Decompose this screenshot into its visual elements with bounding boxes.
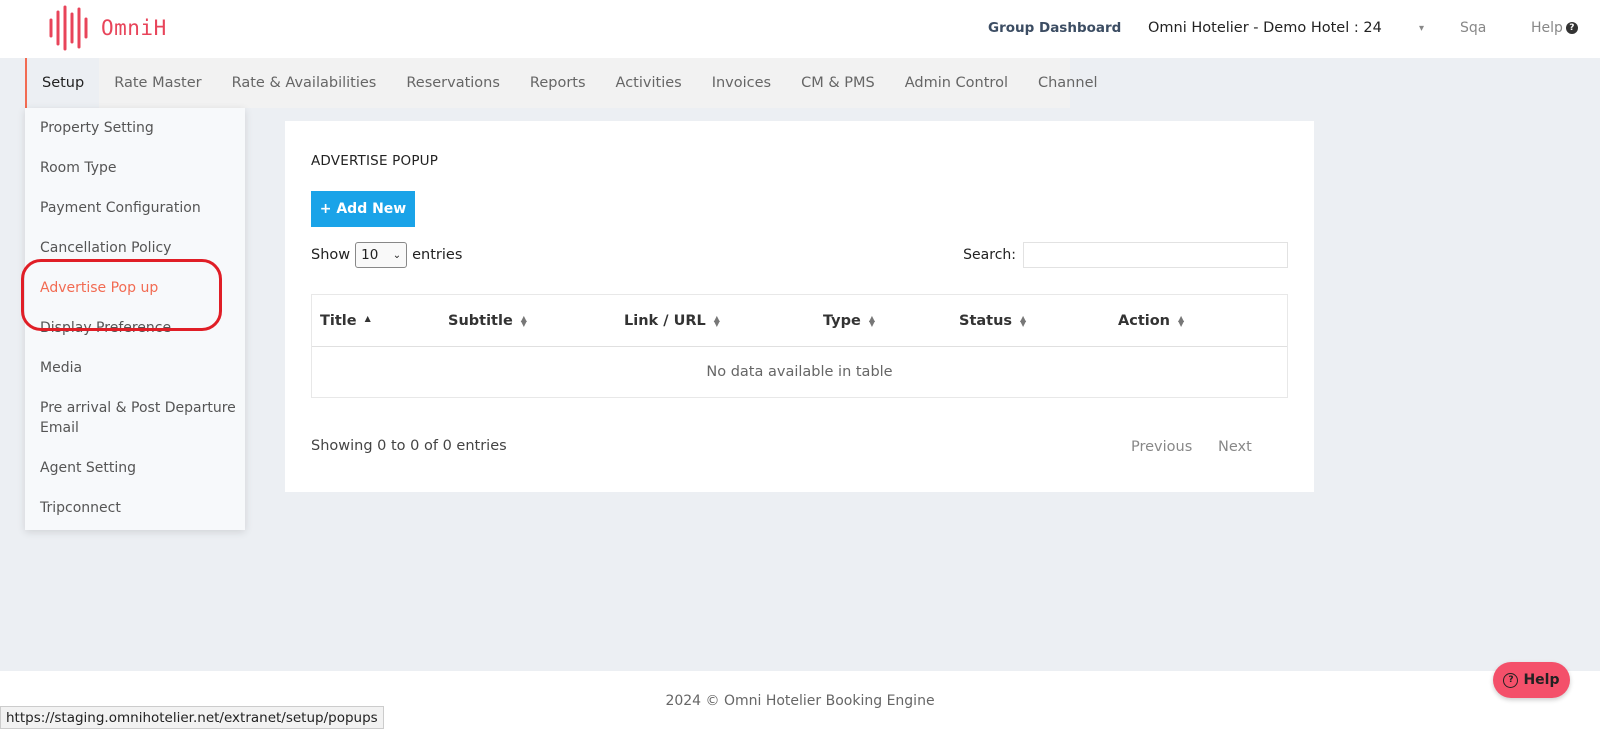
nav-setup[interactable]: Setup (27, 58, 100, 108)
column-subtitle[interactable]: Subtitle ▲ ▼ (448, 295, 527, 347)
nav-channel[interactable]: Channel (1023, 58, 1113, 108)
submenu-display-preference[interactable]: Display Preference (40, 318, 240, 338)
column-type[interactable]: Type ▲ ▼ (823, 295, 875, 347)
sort-icon: ▲ ▼ (868, 314, 875, 328)
submenu-tripconnect[interactable]: Tripconnect (40, 498, 240, 518)
submenu-property-setting[interactable]: Property Setting (40, 118, 240, 138)
entries-length-control: Show 10 ⌄ entries (311, 242, 462, 268)
column-status-label: Status (959, 313, 1013, 329)
column-link-url[interactable]: Link / URL ▲ ▼ (624, 295, 720, 347)
submenu-room-type[interactable]: Room Type (40, 158, 240, 178)
chevron-down-icon: ⌄ (392, 249, 402, 261)
column-status[interactable]: Status ▲ ▼ (959, 295, 1026, 347)
submenu-cancellation-policy[interactable]: Cancellation Policy (40, 238, 240, 258)
sort-icon: ▲ ▼ (520, 314, 527, 328)
empty-table-message: No data available in table (706, 364, 893, 380)
popups-table: Title ▲ Subtitle ▲ ▼ Link / URL ▲ ▼ Type ▲… (311, 294, 1288, 398)
logo-mark-icon (49, 5, 88, 51)
add-new-label: + Add New (319, 201, 407, 217)
search-label: Search: (963, 247, 1016, 263)
nav-reports[interactable]: Reports (515, 58, 601, 108)
advertise-popup-card: ADVERTISE POPUP + Add New Show 10 ⌄ entr… (285, 121, 1314, 492)
user-menu[interactable]: Sqa (1460, 0, 1486, 56)
column-type-label: Type (823, 313, 861, 329)
omnih-logo[interactable]: OmniH (48, 5, 167, 51)
submenu-pre-arrival-post-departure-email[interactable]: Pre arrival & Post Departure Email (40, 398, 240, 438)
question-circle-icon: ? (1565, 22, 1578, 34)
entries-label: entries (412, 247, 463, 263)
sort-icon: ▲ ▼ (1178, 314, 1185, 328)
chevron-down-icon[interactable]: ▾ (1419, 0, 1424, 56)
nav-activities[interactable]: Activities (601, 58, 697, 108)
entries-select[interactable]: 10 ⌄ (355, 242, 408, 268)
sort-icon: ▲ ▼ (713, 314, 720, 328)
nav-admin-control[interactable]: Admin Control (890, 58, 1023, 108)
column-action[interactable]: Action ▲ ▼ (1118, 295, 1184, 347)
help-link-label: Help (1531, 20, 1563, 36)
nav-rate-master[interactable]: Rate Master (99, 58, 216, 108)
submenu-media[interactable]: Media (40, 358, 240, 378)
nav-rate-availabilities[interactable]: Rate & Availabilities (217, 58, 392, 108)
hotel-selector[interactable]: Omni Hotelier - Demo Hotel : 24 (1148, 0, 1382, 56)
previous-page-button[interactable]: Previous (1131, 439, 1192, 455)
sort-asc-icon: ▲ (364, 314, 371, 323)
page-title: ADVERTISE POPUP (311, 153, 439, 169)
help-floating-button[interactable]: ? Help (1493, 662, 1570, 698)
column-subtitle-label: Subtitle (448, 313, 513, 329)
add-new-button[interactable]: + Add New (311, 191, 415, 227)
question-circle-icon: ? (1503, 672, 1519, 688)
browser-status-url: https://staging.omnihotelier.net/extrane… (0, 706, 384, 729)
help-floating-label: Help (1523, 672, 1560, 688)
nav-reservations[interactable]: Reservations (391, 58, 515, 108)
sort-icon: ▲ ▼ (1020, 314, 1027, 328)
column-link-url-label: Link / URL (624, 313, 706, 329)
column-title-label: Title (320, 313, 357, 329)
group-dashboard-link[interactable]: Group Dashboard (988, 0, 1121, 56)
nav-cm-pms[interactable]: CM & PMS (786, 58, 890, 108)
search-input[interactable] (1023, 242, 1288, 268)
logo-text: OmniH (101, 16, 167, 40)
top-bar: OmniH Group Dashboard Omni Hotelier - De… (0, 0, 1600, 58)
submenu-agent-setting[interactable]: Agent Setting (40, 458, 240, 478)
submenu-advertise-pop-up[interactable]: Advertise Pop up (40, 278, 240, 298)
table-search: Search: (963, 242, 1288, 268)
table-info: Showing 0 to 0 of 0 entries (311, 438, 507, 454)
submenu-payment-configuration[interactable]: Payment Configuration (40, 198, 240, 218)
table-header: Title ▲ Subtitle ▲ ▼ Link / URL ▲ ▼ Type ▲… (312, 295, 1287, 347)
column-title[interactable]: Title ▲ (320, 295, 371, 347)
column-action-label: Action (1118, 313, 1171, 329)
show-label: Show (311, 247, 351, 263)
nav-invoices[interactable]: Invoices (697, 58, 786, 108)
setup-submenu: Property Setting Room Type Payment Confi… (25, 108, 245, 530)
help-link[interactable]: Help ? (1531, 0, 1578, 56)
main-nav: Setup Rate Master Rate & Availabilities … (25, 58, 1098, 108)
next-page-button[interactable]: Next (1218, 439, 1252, 455)
entries-value: 10 (361, 247, 379, 263)
